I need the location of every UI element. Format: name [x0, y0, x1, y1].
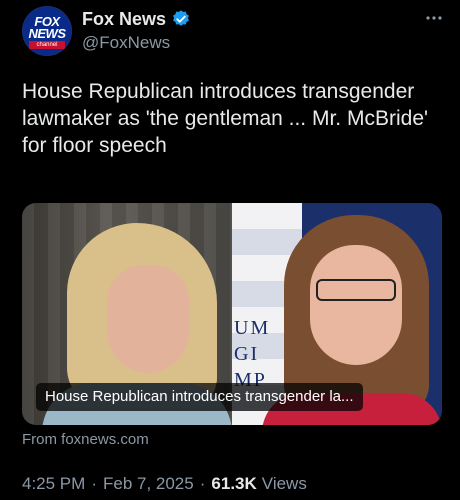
author-handle[interactable]: @FoxNews: [82, 33, 170, 53]
avatar-logo-channel: channel: [29, 41, 65, 49]
verified-badge-icon: [171, 9, 191, 29]
separator-dot: ·: [199, 474, 206, 493]
photo-right-face: [310, 245, 402, 365]
tweet-date[interactable]: Feb 7, 2025: [103, 474, 194, 494]
photo-left-face: [107, 265, 189, 373]
backdrop-letters: UM GI MP: [234, 317, 271, 391]
avatar-logo-news: NEWS: [28, 26, 67, 41]
photo-right-glasses: [316, 279, 396, 301]
more-horizontal-icon[interactable]: [426, 8, 442, 26]
views-count[interactable]: 61.3K: [211, 474, 256, 494]
author-name[interactable]: Fox News: [82, 9, 166, 30]
card-source[interactable]: From foxnews.com: [22, 431, 149, 448]
author-name-row: Fox News: [82, 8, 191, 30]
card-caption[interactable]: House Republican introduces transgender …: [36, 383, 363, 411]
tweet-meta: 4:25 PM · Feb 7, 2025 · 61.3K Views: [22, 474, 307, 494]
separator-dot: ·: [91, 474, 97, 493]
views-label: Views: [261, 474, 307, 493]
tweet-text: House Republican introduces transgender …: [22, 80, 429, 157]
avatar[interactable]: FOX NEWS channel: [22, 6, 72, 56]
tweet: FOX NEWS channel Fox News @FoxNews House…: [0, 0, 460, 500]
tweet-time[interactable]: 4:25 PM: [22, 474, 85, 494]
